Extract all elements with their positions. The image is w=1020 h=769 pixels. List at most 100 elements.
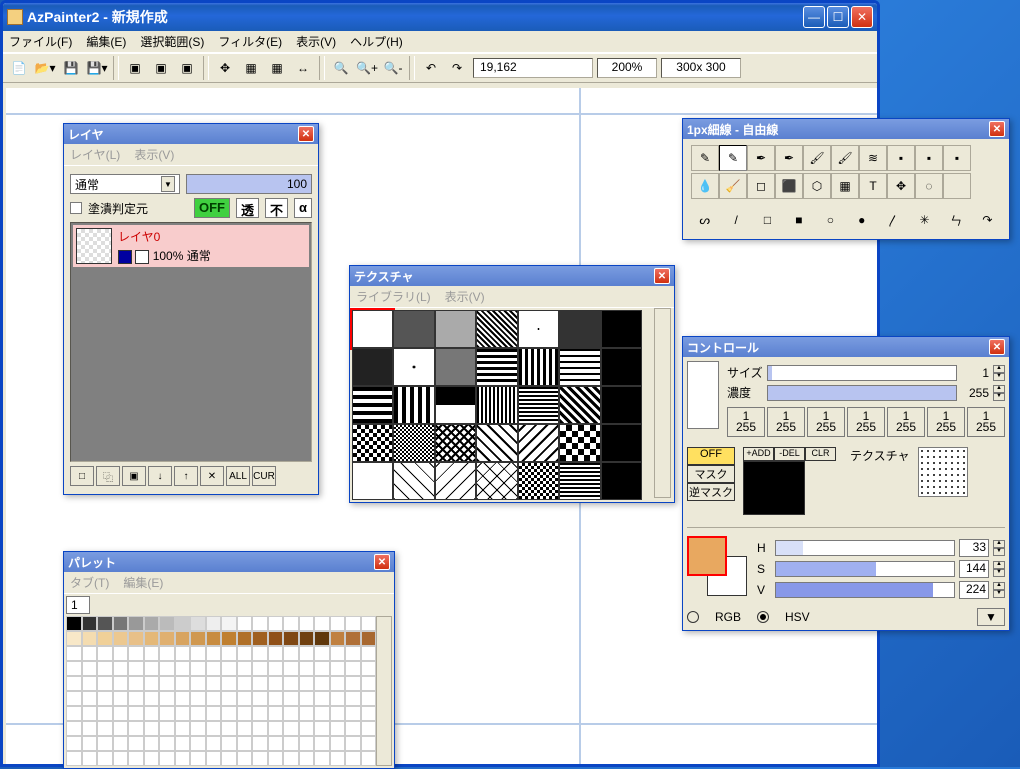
minimize-button[interactable]: — [803,6,825,28]
palette-cell[interactable] [144,616,160,631]
palette-cell[interactable] [252,691,268,706]
texture-cell[interactable] [601,462,642,500]
tool-2[interactable]: ✒ [747,145,775,171]
texture-cell[interactable] [518,348,559,386]
badge-trans[interactable]: 透 [236,198,259,218]
palette-cell[interactable] [221,646,237,661]
palette-cell[interactable] [159,706,175,721]
palette-cell[interactable] [159,721,175,736]
palette-cell[interactable] [159,736,175,751]
fill-judge-checkbox[interactable] [70,202,82,214]
palette-cell[interactable] [113,631,129,646]
palette-cell[interactable] [144,646,160,661]
tool2-9[interactable] [943,173,971,199]
texture-cell[interactable] [559,348,600,386]
palette-cell[interactable] [190,631,206,646]
palette-tab[interactable]: 1 [66,596,90,614]
texture-cell[interactable] [518,424,559,462]
palette-cell[interactable] [345,691,361,706]
layer-btn-4[interactable]: ↑ [174,466,198,486]
texture-cell[interactable] [518,386,559,424]
palette-cell[interactable] [206,736,222,751]
palette-cell[interactable] [113,691,129,706]
palette-cell[interactable] [144,631,160,646]
palette-cell[interactable] [283,676,299,691]
palette-cell[interactable] [206,706,222,721]
layer-btn-5[interactable]: ✕ [200,466,224,486]
layer-panel-close[interactable]: ✕ [298,126,314,142]
palette-cell[interactable] [82,616,98,631]
palette-cell[interactable] [330,646,346,661]
tool2-5[interactable]: ▦ [831,173,859,199]
palette-cell[interactable] [345,631,361,646]
badge-alpha[interactable]: α [294,198,312,218]
palette-cell[interactable] [190,736,206,751]
palette-cell[interactable] [113,646,129,661]
preset-2[interactable]: 1255 [807,407,845,437]
palette-cell[interactable] [314,706,330,721]
zoom-out-icon[interactable]: 🔍- [381,56,405,80]
palette-cell[interactable] [252,631,268,646]
layer-menu-view[interactable]: 表示(V) [134,146,174,163]
palette-cell[interactable] [159,676,175,691]
preset-1[interactable]: 1255 [767,407,805,437]
palette-cell[interactable] [144,751,160,766]
palette-cell[interactable] [268,661,284,676]
open-icon[interactable]: 📂▾ [33,56,57,80]
palette-cell[interactable] [144,721,160,736]
palette-cell[interactable] [237,691,253,706]
palette-cell[interactable] [221,631,237,646]
palette-cell[interactable] [237,721,253,736]
palette-cell[interactable] [144,676,160,691]
palette-cell[interactable] [66,616,82,631]
palette-cell[interactable] [361,706,377,721]
preset-4[interactable]: 1255 [887,407,925,437]
titlebar[interactable]: AzPainter2 - 新規作成 — ☐ ✕ [3,3,877,31]
texture-cell[interactable] [476,462,517,500]
palette-cell[interactable] [82,751,98,766]
s-slider[interactable] [775,561,955,577]
palette-cell[interactable] [190,751,206,766]
palette-cell[interactable] [159,631,175,646]
texture-cell[interactable] [352,348,393,386]
palette-cell[interactable] [97,631,113,646]
palette-cell[interactable] [97,721,113,736]
size-slider[interactable] [767,365,957,381]
palette-cell[interactable] [175,736,191,751]
layer-btn-2[interactable]: ▣ [122,466,146,486]
menu-edit[interactable]: 編集(E) [86,33,126,50]
tool2-0[interactable]: 💧 [691,173,719,199]
palette-cell[interactable] [237,616,253,631]
palette-cell[interactable] [345,751,361,766]
palette-cell[interactable] [237,646,253,661]
preset-3[interactable]: 1255 [847,407,885,437]
palette-cell[interactable] [206,661,222,676]
preset-0[interactable]: 1255 [727,407,765,437]
palette-cell[interactable] [345,646,361,661]
redo-icon[interactable]: ↷ [445,56,469,80]
palette-cell[interactable] [283,661,299,676]
palette-cell[interactable] [66,721,82,736]
palette-cell[interactable] [268,721,284,736]
grid-icon[interactable]: ▦ [265,56,289,80]
palette-cell[interactable] [361,751,377,766]
tool-7[interactable]: ▪ [887,145,915,171]
palette-cell[interactable] [221,691,237,706]
palette-cell[interactable] [128,691,144,706]
palette-cell[interactable] [206,691,222,706]
palette-cell[interactable] [66,706,82,721]
palette-cell[interactable] [97,706,113,721]
palette-cell[interactable] [97,736,113,751]
palette-cell[interactable] [221,736,237,751]
close-button[interactable]: ✕ [851,6,873,28]
palette-cell[interactable] [299,706,315,721]
palette-panel-close[interactable]: ✕ [374,554,390,570]
palette-cell[interactable] [237,736,253,751]
texture-cell[interactable] [352,462,393,500]
palette-cell[interactable] [82,736,98,751]
palette-cell[interactable] [175,661,191,676]
palette-cell[interactable] [82,676,98,691]
palette-cell[interactable] [159,646,175,661]
palette-cell[interactable] [314,616,330,631]
palette-cell[interactable] [345,736,361,751]
